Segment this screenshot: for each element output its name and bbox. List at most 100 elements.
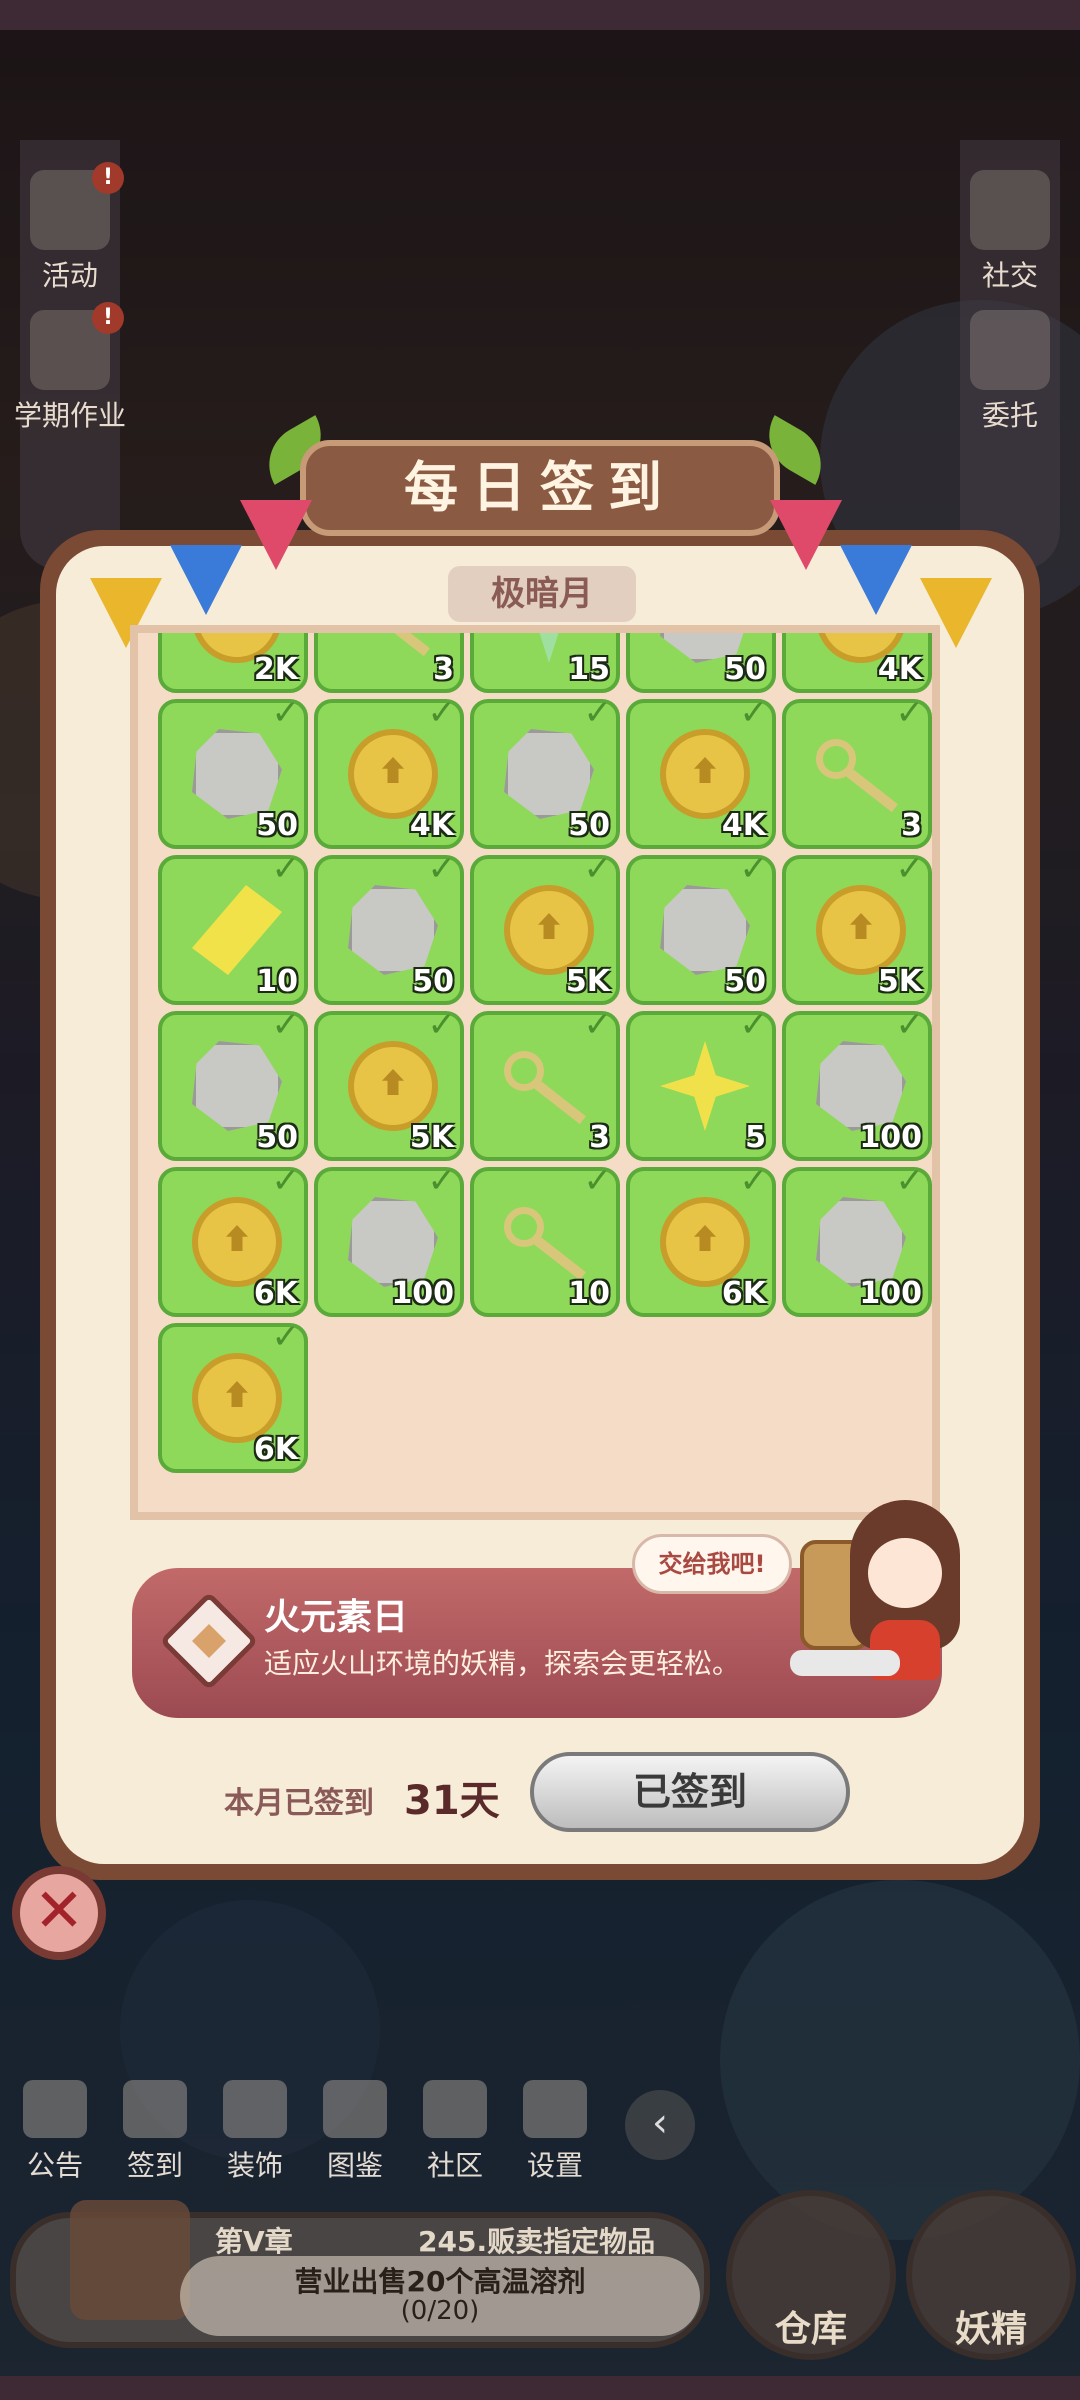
reward-quantity: 5: [745, 1120, 766, 1155]
gem-icon: [816, 1197, 906, 1287]
fairy-label: 妖精: [954, 2309, 1027, 2350]
toolbar-item-settings[interactable]: 设置: [510, 2080, 600, 2184]
reward-quantity: 3: [901, 808, 922, 843]
key-icon: [816, 729, 906, 819]
speech-bubble: 交给我吧!: [632, 1534, 792, 1594]
reward-quantity: 4K: [409, 808, 454, 843]
status-bar: [0, 0, 1080, 30]
signed-count-value: 31天: [404, 1778, 500, 1824]
gem-icon: [348, 1197, 438, 1287]
reward-cell[interactable]: ✓ 50: [314, 849, 464, 1005]
gem-icon: [504, 729, 594, 819]
reward-cell[interactable]: 4K: [782, 633, 932, 693]
reward-cell[interactable]: ✓ 100: [314, 1161, 464, 1317]
toolbar-item-notice[interactable]: 公告: [10, 2080, 100, 2184]
reward-quantity: 50: [724, 652, 766, 687]
reward-cell[interactable]: ✓ 5K: [782, 849, 932, 1005]
key-icon: [348, 633, 438, 663]
check-icon: ✓: [427, 1161, 457, 1201]
reward-cell[interactable]: ✓ 6K: [158, 1161, 308, 1317]
reward-cell[interactable]: ✓ 4K: [626, 693, 776, 849]
toolbar-collapse-button[interactable]: ‹: [625, 2090, 695, 2160]
reward-cell[interactable]: ✓ 5K: [314, 1005, 464, 1161]
side-item-activity[interactable]: ! 活动: [10, 162, 130, 294]
reward-quantity: 10: [256, 964, 298, 999]
reward-quantity: 100: [859, 1120, 922, 1155]
reward-cell[interactable]: ✓ 50: [470, 693, 620, 849]
reward-cell[interactable]: ✓ 3: [470, 1005, 620, 1161]
flag-decoration: [840, 545, 912, 615]
side-item-label: 委托: [981, 399, 1038, 432]
reward-cell[interactable]: ✓ 10: [158, 849, 308, 1005]
check-icon: ✓: [271, 1005, 301, 1045]
coin-icon: [660, 1197, 750, 1287]
character-illustration: [790, 1500, 990, 1700]
close-dialog-button[interactable]: ✕: [12, 1866, 106, 1960]
reward-quantity: 50: [256, 808, 298, 843]
reward-cell[interactable]: ✓ 5: [626, 1005, 776, 1161]
reward-quantity: 100: [391, 1276, 454, 1311]
reward-cell[interactable]: ✓ 50: [158, 1005, 308, 1161]
key-icon: [504, 1197, 594, 1287]
side-item-social[interactable]: 社交: [950, 170, 1070, 294]
check-icon: ✓: [739, 693, 769, 733]
reward-cell[interactable]: ✓ 100: [782, 1161, 932, 1317]
reward-cell[interactable]: 15: [470, 633, 620, 693]
gem-icon: [192, 1041, 282, 1131]
reward-cell[interactable]: 2K: [158, 633, 308, 693]
social-icon: [970, 170, 1050, 250]
gear-icon: [523, 2080, 587, 2138]
check-icon: ✓: [895, 1161, 925, 1201]
check-icon: ✓: [271, 849, 301, 889]
check-icon: ✓: [271, 693, 301, 733]
reward-quantity: 50: [724, 964, 766, 999]
check-icon: ✓: [583, 1161, 613, 1201]
homework-icon: !: [30, 302, 124, 390]
signed-in-button[interactable]: 已签到: [530, 1752, 850, 1832]
side-item-commission[interactable]: 委托: [950, 310, 1070, 434]
toolbar-item-decor[interactable]: 装饰: [210, 2080, 300, 2184]
coin-icon: [504, 885, 594, 975]
book-icon: [323, 2080, 387, 2138]
reward-quantity: 50: [568, 808, 610, 843]
toolbar-item-collection[interactable]: 图鉴: [310, 2080, 400, 2184]
coin-icon: [348, 729, 438, 819]
toolbar-item-label: 图鉴: [326, 2149, 383, 2182]
toolbar-item-label: 签到: [126, 2149, 183, 2182]
check-icon: ✓: [895, 1005, 925, 1045]
checkin-icon: [123, 2080, 187, 2138]
check-icon: ✓: [739, 1005, 769, 1045]
reward-cell[interactable]: 3: [314, 633, 464, 693]
reward-cell[interactable]: ✓ 10: [470, 1161, 620, 1317]
toolbar-item-community[interactable]: 社区: [410, 2080, 500, 2184]
reward-quantity: 10: [568, 1276, 610, 1311]
toolbar-item-checkin[interactable]: 签到: [110, 2080, 200, 2184]
alert-badge: !: [92, 302, 124, 334]
reward-cell[interactable]: ✓ 6K: [626, 1161, 776, 1317]
reward-cell[interactable]: 50: [626, 633, 776, 693]
reward-cell[interactable]: ✓ 3: [782, 693, 932, 849]
reward-cell[interactable]: ✓ 50: [158, 693, 308, 849]
reward-cell[interactable]: ✓ 50: [626, 849, 776, 1005]
reward-cell[interactable]: ✓ 100: [782, 1005, 932, 1161]
reward-quantity: 3: [433, 652, 454, 687]
reward-quantity: 4K: [877, 652, 922, 687]
activity-icon: !: [30, 162, 124, 250]
side-item-homework[interactable]: ! 学期作业: [0, 302, 140, 434]
flag-decoration: [770, 500, 842, 570]
reward-grid-frame[interactable]: 2K 3 15 50 4K ✓ 50 ✓ 4K ✓ 50 ✓ 4K ✓ 3 ✓ 10 ✓ 50 ✓ 5K ✓ 50 ✓ 5K ✓ 5…: [130, 625, 940, 1520]
quest-title: 245.贩卖指定物品: [418, 2225, 656, 2258]
reward-cell[interactable]: ✓ 5K: [470, 849, 620, 1005]
reward-quantity: 5K: [409, 1120, 454, 1155]
check-icon: ✓: [895, 849, 925, 889]
check-icon: ✓: [271, 1161, 301, 1201]
reward-cell[interactable]: ✓ 6K: [158, 1317, 308, 1473]
reward-cell[interactable]: ✓ 4K: [314, 693, 464, 849]
quest-chapter: 第V章: [215, 2225, 293, 2258]
commission-icon: [970, 310, 1050, 390]
check-icon: ✓: [427, 693, 457, 733]
key-icon: [504, 1041, 594, 1131]
side-item-label: 社交: [981, 259, 1038, 292]
toolbar-item-label: 装饰: [226, 2149, 283, 2182]
toolbar-item-label: 设置: [526, 2149, 583, 2182]
